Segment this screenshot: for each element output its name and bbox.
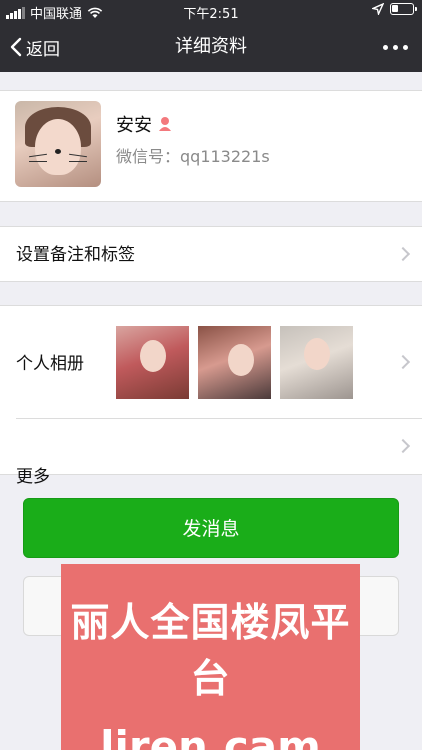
album-row[interactable]: 个人相册 — [0, 306, 422, 418]
watermark-line2: liren.cam — [100, 722, 321, 750]
watermark-line1: 丽人全国楼凤平台 — [70, 601, 351, 702]
location-arrow-icon — [372, 3, 384, 15]
status-bar: 中国联通 下午2:51 — [0, 0, 422, 22]
more-row[interactable]: 更多 — [0, 419, 422, 487]
battery-icon — [390, 3, 417, 15]
album-photos — [116, 326, 353, 399]
chevron-right-icon — [395, 354, 411, 370]
profile-card[interactable]: 安安 微信号：qq113221s — [0, 90, 422, 202]
chevron-right-icon — [395, 246, 411, 262]
more-label: 更多 — [16, 467, 50, 487]
status-time: 下午2:51 — [183, 7, 239, 22]
remark-tags-row[interactable]: 设置备注和标签 — [0, 226, 422, 282]
more-dots-icon — [383, 44, 388, 50]
album-photo[interactable] — [280, 326, 353, 399]
profile-name-row: 安安 — [116, 111, 173, 137]
album-photo[interactable] — [116, 326, 189, 399]
female-icon — [159, 117, 171, 131]
more-options-button[interactable] — [383, 22, 408, 72]
wechat-id: 微信号：qq113221s — [116, 147, 270, 166]
navigation-bar: 返回 详细资料 — [0, 22, 422, 72]
status-right — [372, 3, 417, 15]
send-message-button[interactable]: 发消息 — [23, 498, 399, 558]
page-title: 详细资料 — [175, 36, 247, 57]
chevron-right-icon — [395, 438, 411, 454]
watermark-banner: 丽人全国楼凤平台 liren.cam — [61, 564, 360, 750]
album-section: 个人相册 更多 — [0, 305, 422, 487]
album-photo[interactable] — [198, 326, 271, 399]
album-label: 个人相册 — [16, 354, 84, 374]
avatar[interactable] — [15, 101, 101, 187]
remark-tags-label: 设置备注和标签 — [16, 245, 135, 265]
profile-name: 安安 — [116, 115, 152, 136]
